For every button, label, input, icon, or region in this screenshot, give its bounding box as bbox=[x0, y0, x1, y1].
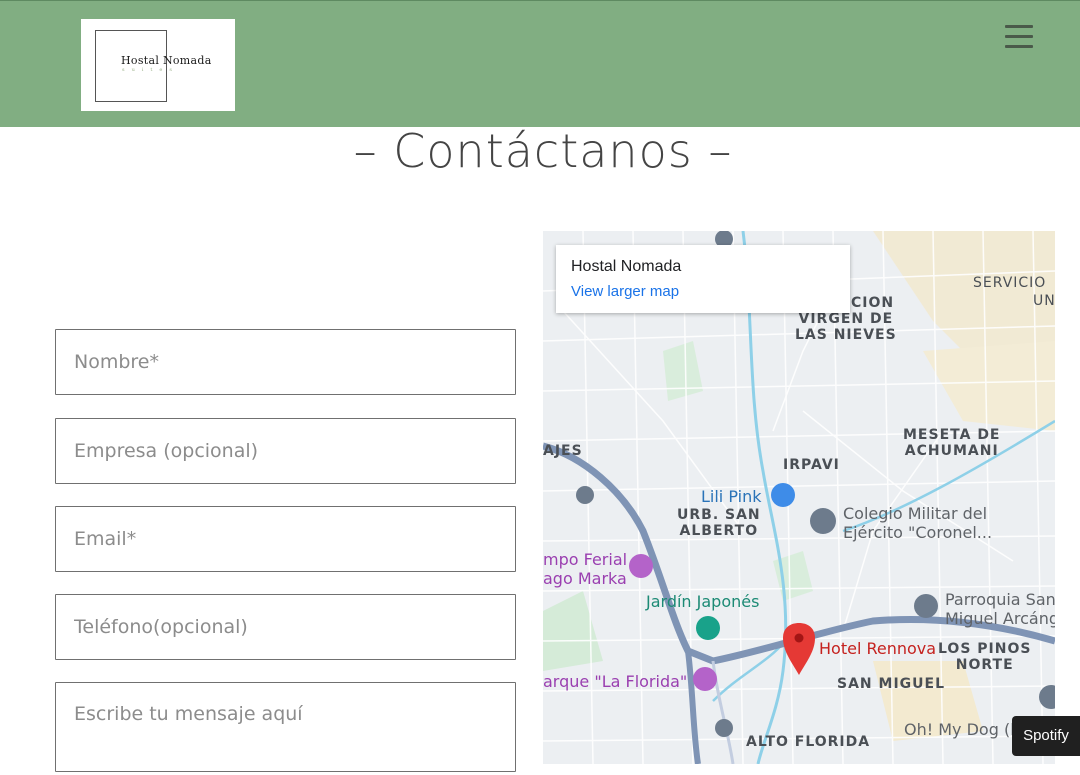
map-area-irpavi: IRPAVI bbox=[783, 457, 840, 473]
view-larger-map-link[interactable]: View larger map bbox=[571, 283, 679, 300]
map-area-sanmiguel: SAN MIGUEL bbox=[837, 676, 945, 692]
map-area-virgen: VIRGEN DE LAS NIEVES bbox=[795, 311, 897, 343]
name-input[interactable] bbox=[56, 330, 515, 394]
map-poi-hotel[interactable]: Hotel Rennova bbox=[819, 639, 936, 658]
map-area-meseta: MESETA DE ACHUMANI bbox=[903, 427, 1001, 459]
map-area-urb: URB. SAN ALBERTO bbox=[677, 507, 761, 539]
map-poi-parroquia[interactable]: Parroquia San Miguel Arcáng bbox=[945, 590, 1055, 628]
phone-input[interactable] bbox=[56, 595, 515, 659]
email-field[interactable] bbox=[55, 506, 516, 572]
message-textarea[interactable] bbox=[56, 683, 515, 771]
company-field[interactable] bbox=[55, 418, 516, 484]
phone-field[interactable] bbox=[55, 594, 516, 660]
message-field[interactable] bbox=[55, 682, 516, 772]
map-poi-campo[interactable]: mpo Ferial ago Marka bbox=[543, 550, 627, 588]
map-area-alto: ALTO FLORIDA bbox=[746, 734, 871, 750]
email-input[interactable] bbox=[56, 507, 515, 571]
logo-subtitle: suites bbox=[122, 67, 179, 73]
site-logo[interactable]: Hostal Nomada suites bbox=[81, 19, 235, 111]
site-header: Hostal Nomada suites bbox=[0, 0, 1080, 127]
map-info-card: Hostal Nomada View larger map bbox=[556, 245, 850, 313]
map-poi-colegio[interactable]: Colegio Militar del Ejército "Coronel... bbox=[843, 504, 992, 542]
spotify-tooltip: Spotify bbox=[1012, 716, 1080, 756]
name-field[interactable] bbox=[55, 329, 516, 395]
map-poi-dog[interactable]: Oh! My Dog (l bbox=[904, 720, 1015, 739]
map-area-servicio: SERVICIO bbox=[973, 275, 1047, 291]
logo-name: Hostal Nomada bbox=[121, 54, 212, 67]
map-area-ajes: AJES bbox=[543, 443, 583, 459]
page-title: – Contáctanos – bbox=[353, 124, 733, 178]
map-poi-parque[interactable]: arque "La Florida" bbox=[543, 672, 687, 691]
map-area-pinos: LOS PINOS NORTE bbox=[938, 641, 1032, 673]
hamburger-menu-icon[interactable] bbox=[1002, 23, 1036, 51]
map-area-un: UN bbox=[1033, 293, 1055, 309]
company-input[interactable] bbox=[56, 419, 515, 483]
map-poi-lili[interactable]: Lili Pink bbox=[701, 487, 761, 506]
map-poi-jardin[interactable]: Jardín Japonés bbox=[646, 592, 759, 611]
map-info-title: Hostal Nomada bbox=[571, 258, 682, 275]
